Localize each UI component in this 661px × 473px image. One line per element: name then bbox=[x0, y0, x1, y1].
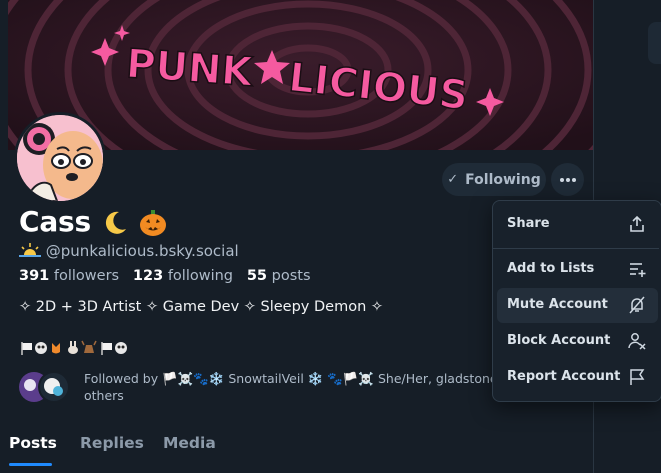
profile-avatar[interactable] bbox=[14, 112, 106, 204]
list-add-icon bbox=[630, 263, 646, 277]
menu-item-add-to-lists[interactable]: Add to Lists bbox=[497, 252, 658, 287]
following-stat[interactable]: 123 following bbox=[133, 268, 233, 284]
menu-item-share[interactable]: Share bbox=[497, 207, 658, 242]
follower-avatars bbox=[19, 371, 70, 403]
right-panel-edge bbox=[648, 22, 661, 64]
svg-text:PUNK: PUNK bbox=[125, 41, 256, 96]
menu-item-label: Report Account bbox=[507, 369, 621, 384]
menu-item-mute-account[interactable]: Mute Account bbox=[497, 288, 658, 323]
tab-media[interactable]: Media bbox=[163, 434, 216, 452]
handle-row: @punkalicious.bsky.social bbox=[19, 242, 239, 260]
following-button[interactable]: ✓ Following bbox=[442, 163, 546, 196]
tab-posts[interactable]: Posts bbox=[9, 434, 57, 452]
crescent-moon-icon bbox=[105, 211, 126, 234]
tab-replies[interactable]: Replies bbox=[80, 434, 144, 452]
handle-text: @punkalicious.bsky.social bbox=[45, 242, 239, 260]
display-name: Cass bbox=[19, 205, 168, 238]
display-name-text: Cass bbox=[19, 205, 91, 238]
menu-item-label: Block Account bbox=[507, 333, 611, 348]
person-block-icon bbox=[628, 333, 646, 350]
menu-separator bbox=[493, 248, 659, 249]
bell-mute-icon bbox=[629, 296, 645, 314]
flag-icon bbox=[630, 369, 645, 385]
menu-item-block-account[interactable]: Block Account bbox=[497, 324, 658, 359]
followed-by-row[interactable]: Followed by 🏳️☠️🐾❄️ SnowtailVeil ❄️ 🐾🏳️☠… bbox=[18, 370, 504, 406]
profile-banner[interactable]: PUNK LICIOUS bbox=[8, 0, 594, 150]
followers-stat[interactable]: 391 followers bbox=[19, 268, 119, 284]
ellipsis-icon bbox=[559, 177, 576, 182]
share-icon bbox=[630, 215, 644, 232]
profile-tabs: Posts Replies Media bbox=[8, 430, 594, 473]
active-tab-indicator bbox=[9, 463, 52, 466]
more-options-button[interactable] bbox=[551, 163, 584, 196]
posts-stat: 55 posts bbox=[246, 268, 311, 284]
bio-emoji-line bbox=[21, 340, 127, 355]
menu-item-label: Mute Account bbox=[507, 297, 608, 312]
profile-page: PUNK LICIOUS ✓ Following Cass @punkalici… bbox=[0, 0, 661, 473]
followed-by-text: Followed by 🏳️☠️🐾❄️ SnowtailVeil ❄️ 🐾🏳️☠… bbox=[84, 371, 504, 386]
followed-by-others: others bbox=[84, 388, 124, 403]
menu-item-label: Add to Lists bbox=[507, 261, 595, 276]
menu-item-label: Share bbox=[507, 216, 550, 231]
check-icon: ✓ bbox=[447, 172, 459, 187]
menu-item-report-account[interactable]: Report Account bbox=[497, 360, 658, 395]
sunrise-icon bbox=[19, 243, 41, 257]
profile-bio: ✧ 2D + 3D Artist ✧ Game Dev ✧ Sleepy Dem… bbox=[19, 299, 384, 315]
profile-stats: 391 followers 123 following 55 posts bbox=[19, 268, 311, 284]
following-button-label: Following bbox=[465, 171, 541, 188]
jack-o-lantern-icon bbox=[140, 210, 167, 236]
profile-more-menu: Share Add to Lists Mute Account Block Ac… bbox=[492, 200, 661, 402]
